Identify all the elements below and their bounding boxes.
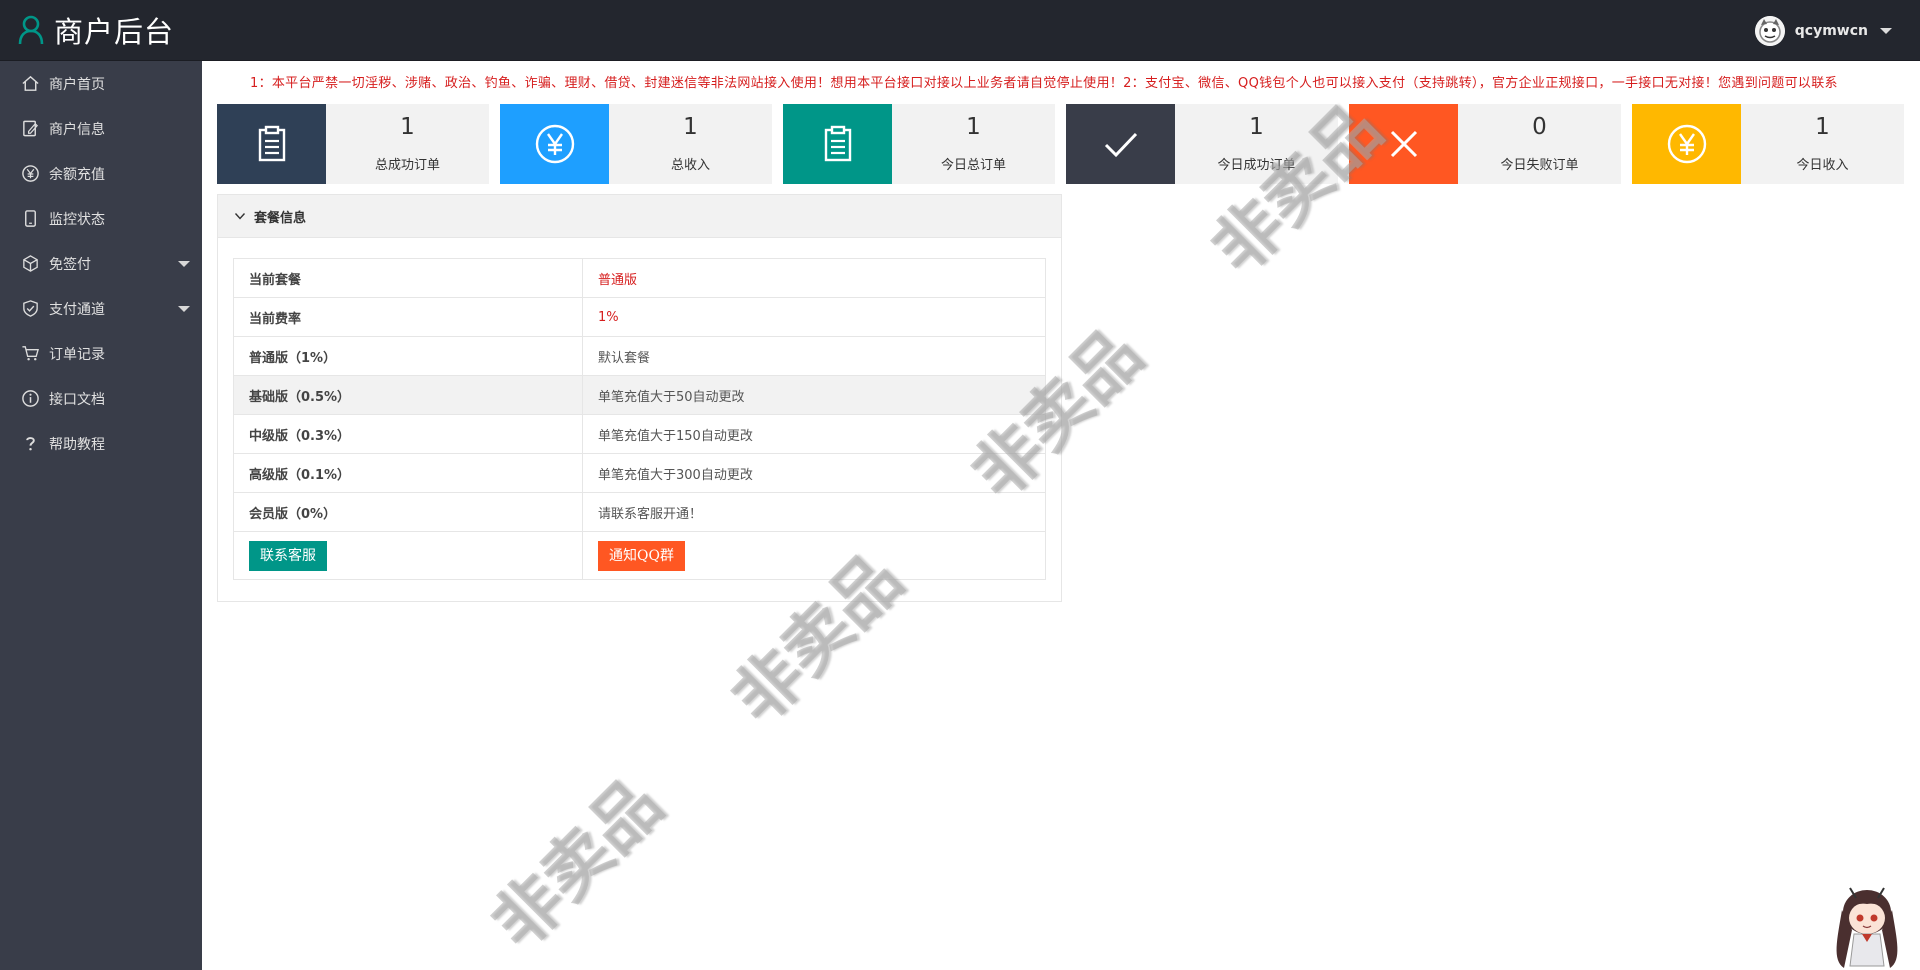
table-cell-key: 中级版（0.3%） <box>233 414 583 454</box>
table-row: 高级版（0.1%） 单笔充值大于300自动更改 <box>233 453 1046 493</box>
info-icon <box>20 389 40 409</box>
clipboard-icon <box>217 104 326 184</box>
sidebar-item-label: 免签付 <box>49 256 91 273</box>
table-cell-value: 1% <box>582 297 1046 337</box>
table-row: 当前套餐 普通版 <box>233 258 1046 298</box>
table-row: 普通版（1%） 默认套餐 <box>233 336 1046 376</box>
brand[interactable]: 商户后台 <box>18 12 175 49</box>
chevron-down-icon <box>178 306 190 312</box>
chevron-down-icon <box>178 261 190 267</box>
table-cell-key: 基础版（0.5%） <box>233 375 583 415</box>
close-icon <box>1349 104 1458 184</box>
sidebar-item-label: 支付通道 <box>49 301 105 318</box>
table-row: 联系客服 通知QQ群 <box>233 531 1046 580</box>
table-cell-value: 单笔充值大于300自动更改 <box>582 453 1046 493</box>
sidebar-item-home[interactable]: 商户首页 <box>0 61 202 106</box>
package-panel-header[interactable]: 套餐信息 <box>218 195 1061 238</box>
stat-value: 1 <box>1815 114 1830 140</box>
user-menu[interactable]: qcymwcn <box>1754 14 1892 48</box>
mascot-character[interactable] <box>1822 870 1912 970</box>
sidebar-item-merchant-info[interactable]: 商户信息 <box>0 106 202 151</box>
yen-circle-icon <box>1632 104 1741 184</box>
table-cell-value: 默认套餐 <box>582 336 1046 376</box>
sidebar-item-label: 接口文档 <box>49 391 105 408</box>
package-panel-title: 套餐信息 <box>254 210 307 226</box>
sidebar-item-label: 商户信息 <box>49 121 105 138</box>
username: qcymwcn <box>1794 23 1868 39</box>
clipboard-icon <box>783 104 892 184</box>
sidebar-item-label: 余额充值 <box>49 166 105 183</box>
stat-label: 今日成功订单 <box>1217 158 1296 173</box>
stat-label: 总成功订单 <box>374 158 440 173</box>
package-info-panel: 套餐信息 当前套餐 普通版 当前费率 1% 普通版（1%） 默认套餐 基础版（0… <box>217 194 1062 602</box>
table-row: 中级版（0.3%） 单笔充值大于150自动更改 <box>233 414 1046 454</box>
stat-today-income: 1 今日收入 <box>1632 104 1904 184</box>
stat-value: 1 <box>400 114 415 140</box>
avatar <box>1754 16 1785 46</box>
table-cell-value: 请联系客服开通！ <box>582 492 1046 532</box>
sidebar-item-orders[interactable]: 订单记录 <box>0 331 202 376</box>
notice-text: 1：本平台严禁一切淫秽、涉赌、政治、钓鱼、诈骗、理财、借贷、封建迷信等非法网站接… <box>250 76 1838 91</box>
stat-value: 1 <box>683 114 698 140</box>
cube-icon <box>20 254 40 274</box>
table-row: 当前费率 1% <box>233 297 1046 337</box>
yen-circle-icon <box>20 164 40 184</box>
stat-label: 今日收入 <box>1796 158 1849 173</box>
page-title: 商户后台 <box>54 15 175 49</box>
stat-value: 1 <box>1249 114 1264 140</box>
table-cell-value: 单笔充值大于150自动更改 <box>582 414 1046 454</box>
table-cell-key: 普通版（1%） <box>233 336 583 376</box>
table-cell-value: 普通版 <box>582 258 1046 298</box>
stat-today-total-orders: 1 今日总订单 <box>783 104 1055 184</box>
mobile-icon <box>20 209 40 229</box>
package-table: 当前套餐 普通版 当前费率 1% 普通版（1%） 默认套餐 基础版（0.5%） … <box>233 258 1046 580</box>
table-cell-action: 联系客服 <box>233 531 583 580</box>
sidebar-item-monitor[interactable]: 监控状态 <box>0 196 202 241</box>
chevron-down-icon <box>234 210 254 222</box>
stat-total-income: 1 总收入 <box>500 104 772 184</box>
yen-circle-icon <box>500 104 609 184</box>
sidebar-item-label: 订单记录 <box>49 346 105 363</box>
table-cell-key: 当前套餐 <box>233 258 583 298</box>
table-cell-key: 会员版（0%） <box>233 492 583 532</box>
table-row: 会员版（0%） 请联系客服开通！ <box>233 492 1046 532</box>
table-cell-value: 单笔充值大于50自动更改 <box>582 375 1046 415</box>
stat-label: 今日失败订单 <box>1500 158 1579 173</box>
sidebar-item-label: 监控状态 <box>49 211 105 228</box>
cart-icon <box>20 344 40 364</box>
stat-total-success-orders: 1 总成功订单 <box>217 104 489 184</box>
table-row: 基础版（0.5%） 单笔充值大于50自动更改 <box>233 375 1046 415</box>
sidebar: 商户首页 商户信息 余额充值 监控状态 免签付 支付通道 订单记录 接口文档 帮… <box>0 61 202 970</box>
sidebar-item-pay-channel[interactable]: 支付通道 <box>0 286 202 331</box>
stat-label: 总收入 <box>670 158 710 173</box>
table-cell-key: 高级版（0.1%） <box>233 453 583 493</box>
stat-today-failed-orders: 0 今日失败订单 <box>1349 104 1621 184</box>
stat-label: 今日总订单 <box>940 158 1006 173</box>
edit-document-icon <box>20 119 40 139</box>
top-header: 商户后台 qcymwcn <box>0 0 1920 61</box>
question-icon <box>20 434 40 454</box>
user-outline-icon <box>18 15 44 45</box>
main-content: 1：本平台严禁一切淫秽、涉赌、政治、钓鱼、诈骗、理财、借贷、封建迷信等非法网站接… <box>202 61 1920 970</box>
shield-check-icon <box>20 299 40 319</box>
stat-value: 0 <box>1532 114 1547 140</box>
sidebar-item-label: 商户首页 <box>49 76 105 93</box>
sidebar-item-label: 帮助教程 <box>49 436 105 453</box>
stat-value: 1 <box>966 114 981 140</box>
table-cell-action: 通知QQ群 <box>582 531 1046 580</box>
sidebar-item-recharge[interactable]: 余额充值 <box>0 151 202 196</box>
home-icon <box>20 74 40 94</box>
sidebar-item-api-docs[interactable]: 接口文档 <box>0 376 202 421</box>
sidebar-item-free-sign-pay[interactable]: 免签付 <box>0 241 202 286</box>
contact-support-button[interactable]: 联系客服 <box>249 540 327 571</box>
notify-qq-group-button[interactable]: 通知QQ群 <box>598 540 685 571</box>
check-icon <box>1066 104 1175 184</box>
stat-today-success-orders: 1 今日成功订单 <box>1066 104 1338 184</box>
table-cell-key: 当前费率 <box>233 297 583 337</box>
caret-down-icon <box>1880 28 1892 34</box>
sidebar-item-help[interactable]: 帮助教程 <box>0 421 202 466</box>
notice-marquee: 1：本平台严禁一切淫秽、涉赌、政治、钓鱼、诈骗、理财、借贷、封建迷信等非法网站接… <box>202 71 1920 91</box>
